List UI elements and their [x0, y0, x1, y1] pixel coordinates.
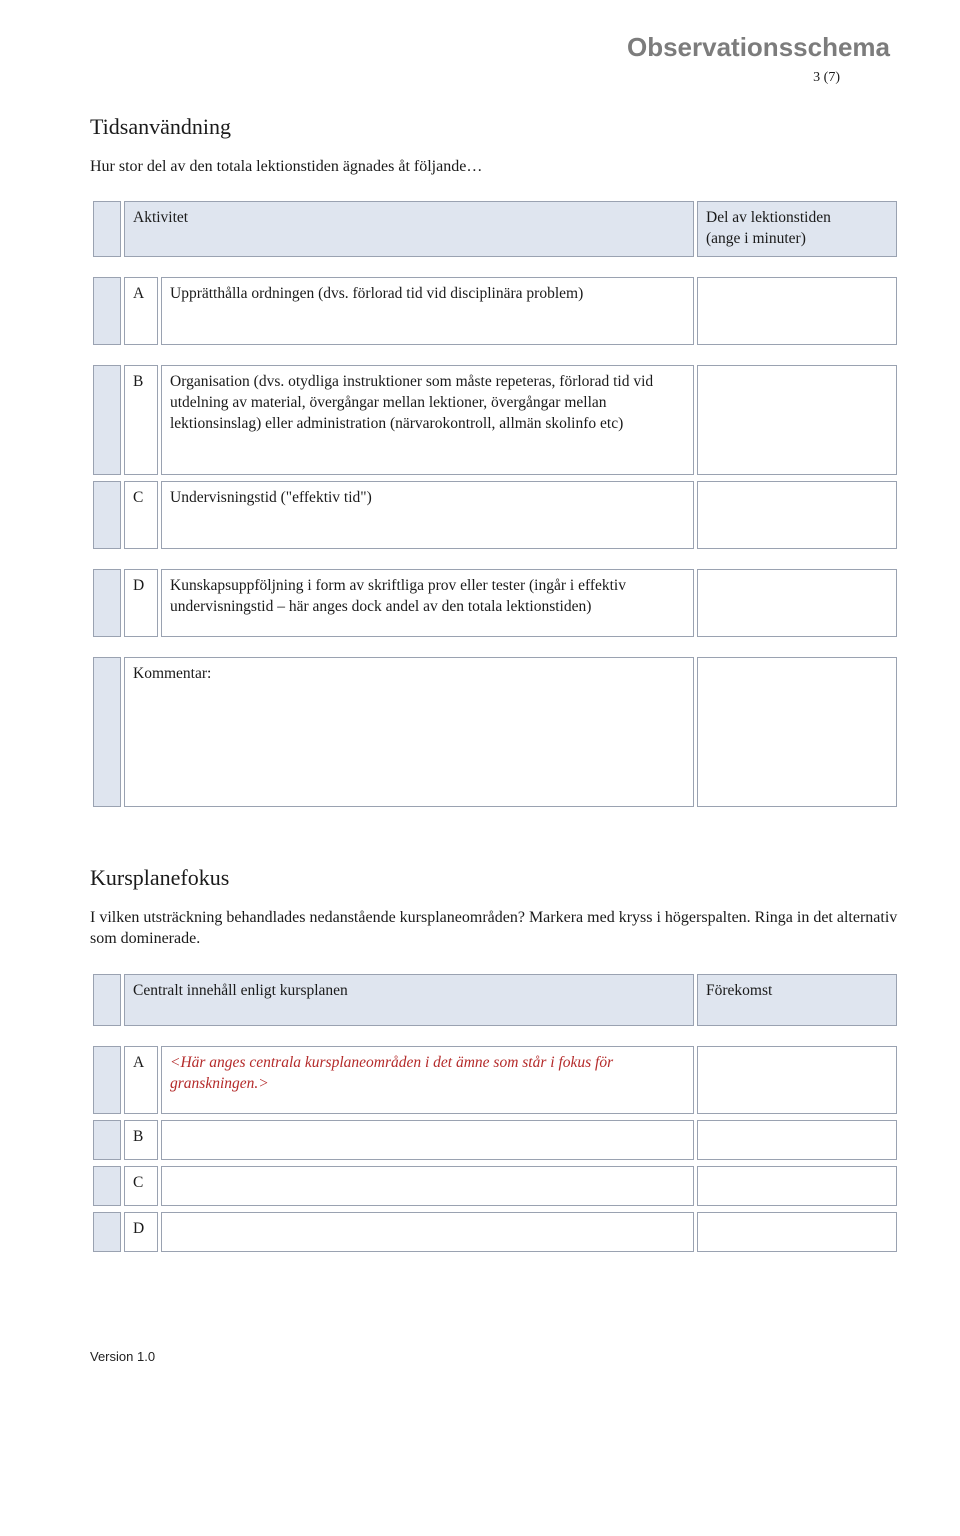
kurs-row-c-input[interactable]: [697, 1166, 897, 1206]
time-row-comment: Kommentar:: [90, 651, 900, 813]
section-time-desc: Hur stor del av den totala lektionstiden…: [90, 156, 900, 178]
time-header-table: Aktivitet Del av lektionstiden (ange i m…: [90, 195, 900, 263]
time-row-a-input[interactable]: [697, 277, 897, 345]
kurs-row-a-sel[interactable]: [93, 1046, 121, 1114]
time-row-d: D Kunskapsuppföljning i form av skriftli…: [90, 563, 900, 643]
time-row-d-sel[interactable]: [93, 569, 121, 637]
time-row-b-input[interactable]: [697, 365, 897, 475]
section-kurs-title: Kursplanefokus: [90, 863, 900, 893]
time-row-d-text: Kunskapsuppföljning i form av skriftliga…: [161, 569, 694, 637]
time-row-d-label: D: [124, 569, 158, 637]
kurs-row-a-label: A: [124, 1046, 158, 1114]
time-row-bc: B Organisation (dvs. otydliga instruktio…: [90, 359, 900, 555]
time-row-c-label: C: [124, 481, 158, 549]
section-kurs-desc: I vilken utsträckning behandlades nedans…: [90, 907, 900, 950]
kurs-row-d-sel[interactable]: [93, 1212, 121, 1252]
time-row-c-sel[interactable]: [93, 481, 121, 549]
document-title: Observationsschema: [90, 30, 900, 65]
time-row-b-sel[interactable]: [93, 365, 121, 475]
time-row-comment-text[interactable]: Kommentar:: [124, 657, 694, 807]
kurs-row-b-label: B: [124, 1120, 158, 1160]
time-header-value-line2: (ange i minuter): [706, 230, 806, 247]
kurs-row-a-placeholder: <Här anges centrala kursplaneområden i d…: [170, 1054, 613, 1092]
kurs-header-area: Centralt innehåll enligt kursplanen: [124, 974, 694, 1026]
section-time-title: Tidsanvändning: [90, 112, 900, 142]
kurs-row-d-label: D: [124, 1212, 158, 1252]
kurs-row-a-input[interactable]: [697, 1046, 897, 1114]
time-header-value-line1: Del av lektionstiden: [706, 209, 831, 226]
kurs-header-table: Centralt innehåll enligt kursplanen Före…: [90, 968, 900, 1032]
footer-version: Version 1.0: [90, 1348, 900, 1366]
time-header-value: Del av lektionstiden (ange i minuter): [697, 201, 897, 257]
kurs-row-c-sel[interactable]: [93, 1166, 121, 1206]
time-row-b-text: Organisation (dvs. otydliga instruktione…: [161, 365, 694, 475]
time-row-b-label: B: [124, 365, 158, 475]
kurs-row-c-label: C: [124, 1166, 158, 1206]
time-header-sel[interactable]: [93, 201, 121, 257]
kurs-row-d-text[interactable]: [161, 1212, 694, 1252]
kurs-row-c-text[interactable]: [161, 1166, 694, 1206]
kurs-row-d-input[interactable]: [697, 1212, 897, 1252]
time-row-a-text: Upprätthålla ordningen (dvs. förlorad ti…: [161, 277, 694, 345]
kurs-row-b-input[interactable]: [697, 1120, 897, 1160]
time-row-c-input[interactable]: [697, 481, 897, 549]
time-row-a-sel[interactable]: [93, 277, 121, 345]
time-row-a: A Upprätthålla ordningen (dvs. förlorad …: [90, 271, 900, 351]
kurs-row-b-sel[interactable]: [93, 1120, 121, 1160]
kurs-header-sel[interactable]: [93, 974, 121, 1026]
time-row-comment-input[interactable]: [697, 657, 897, 807]
time-row-comment-sel[interactable]: [93, 657, 121, 807]
kurs-row-a-text[interactable]: <Här anges centrala kursplaneområden i d…: [161, 1046, 694, 1114]
kurs-rows: A <Här anges centrala kursplaneområden i…: [90, 1040, 900, 1258]
time-row-c-text: Undervisningstid ("effektiv tid"): [161, 481, 694, 549]
kurs-header-occ: Förekomst: [697, 974, 897, 1026]
time-row-d-input[interactable]: [697, 569, 897, 637]
time-header-activity: Aktivitet: [124, 201, 694, 257]
time-row-a-label: A: [124, 277, 158, 345]
page-number: 3 (7): [90, 69, 900, 88]
kurs-row-b-text[interactable]: [161, 1120, 694, 1160]
